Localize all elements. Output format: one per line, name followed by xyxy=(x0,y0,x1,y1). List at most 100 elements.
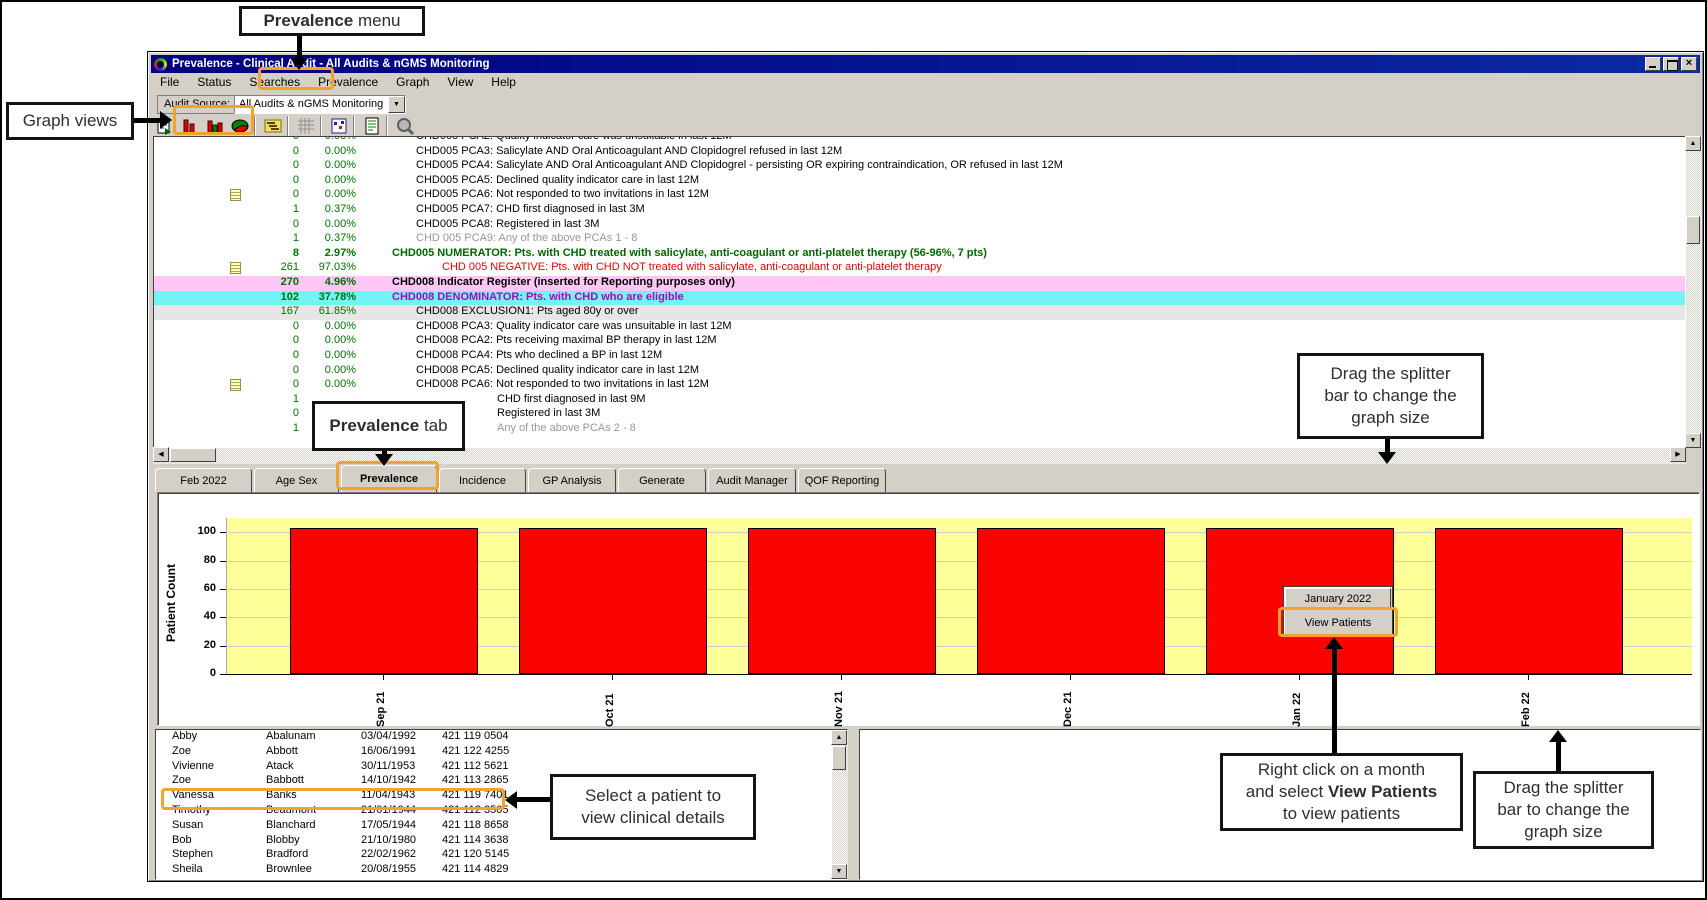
toolbar-separator xyxy=(353,116,355,136)
patient-row[interactable]: SheilaBrownlee20/08/1955421 114 4829 xyxy=(156,863,847,878)
audit-percent: 0.00% xyxy=(306,218,356,230)
tab-audit-manager[interactable]: Audit Manager xyxy=(708,468,796,492)
audit-description: CHD008 DENOMINATOR: Pts. with CHD who ar… xyxy=(392,291,684,303)
audit-row[interactable]: 2704.96%CHD008 Indicator Register (inser… xyxy=(154,276,1685,291)
audit-row[interactable]: 00.00%CHD008 PCA2: Pts receiving maximal… xyxy=(154,334,1685,349)
audit-percent: 2.97% xyxy=(306,247,356,259)
audit-row[interactable]: 10.37%CHD 005 PCA9: Any of the above PCA… xyxy=(154,232,1685,247)
tab-generate[interactable]: Generate xyxy=(618,468,706,492)
audit-count: 0 xyxy=(209,188,299,200)
audit-percent: 0.00% xyxy=(306,334,356,346)
audit-count: 261 xyxy=(209,261,299,273)
mesh-icon[interactable] xyxy=(294,115,317,137)
highlight-patient-row xyxy=(161,788,505,810)
patient-row[interactable]: AbbyAbalunam03/04/1992421 119 0504 xyxy=(156,730,847,745)
audit-percent: 61.85% xyxy=(306,305,356,317)
scrollbar-thumb[interactable] xyxy=(1686,216,1700,244)
tab-feb-2022[interactable]: Feb 2022 xyxy=(155,468,252,492)
y-tick xyxy=(220,589,226,590)
scrollbar-track[interactable] xyxy=(1686,136,1702,448)
scroll-right-icon[interactable]: ▶ xyxy=(1670,447,1686,462)
menu-view[interactable]: View xyxy=(438,74,482,90)
patient-surname: Atack xyxy=(266,760,294,772)
patient-row[interactable]: StephenBradford22/02/1962421 120 5145 xyxy=(156,848,847,863)
menu-file[interactable]: File xyxy=(151,74,188,90)
audit-row[interactable]: 00.00%CHD005 PCA6: Not responded to two … xyxy=(154,188,1685,203)
gantt-chart-icon[interactable] xyxy=(261,115,284,137)
audit-row[interactable]: 10237.78%CHD008 DENOMINATOR: Pts. with C… xyxy=(154,291,1685,306)
audit-row[interactable]: 82.97%CHD005 NUMERATOR: Pts. with CHD tr… xyxy=(154,247,1685,262)
callout-right-click: Right click on a month and select View P… xyxy=(1220,753,1463,831)
patient-surname: Blanchard xyxy=(266,819,316,831)
report-icon[interactable] xyxy=(360,115,383,137)
scroll-down-icon[interactable]: ▼ xyxy=(831,864,847,879)
patient-first-name: Sheila xyxy=(172,863,203,875)
patient-list-vscrollbar[interactable]: ▲ ▼ xyxy=(832,730,848,879)
prevalence-chart: Patient Count 020406080100Sep 21Oct 21No… xyxy=(157,492,1700,726)
patient-surname: Abbott xyxy=(266,745,298,757)
audit-row[interactable]: 00.00%CHD008 PCA3: Quality indicator car… xyxy=(154,320,1685,335)
audit-row[interactable]: 10.37%CHD005 PCA7: CHD first diagnosed i… xyxy=(154,203,1685,218)
zoom-chart-icon[interactable] xyxy=(393,115,416,137)
patient-surname: Babbott xyxy=(266,774,304,786)
y-tick xyxy=(220,646,226,647)
scroll-up-icon[interactable]: ▲ xyxy=(1685,136,1701,151)
tab-gp-analysis[interactable]: GP Analysis xyxy=(528,468,616,492)
y-axis-label: 20 xyxy=(172,639,216,651)
callout-select-patient: Select a patient to view clinical detail… xyxy=(550,774,756,840)
audit-row[interactable]: 00.00%CHD005 PCA2: Quality indicator car… xyxy=(154,136,1685,145)
audit-count: 270 xyxy=(209,276,299,288)
tab-age-sex[interactable]: Age Sex xyxy=(254,468,339,492)
audit-description: CHD008 PCA5: Declined quality indicator … xyxy=(416,364,699,376)
audit-count: 0 xyxy=(209,136,299,142)
scrollbar-thumb[interactable] xyxy=(832,746,846,770)
chart-bar[interactable] xyxy=(290,528,478,674)
audit-row[interactable]: 00.00%CHD005 PCA3: Salicylate AND Oral A… xyxy=(154,145,1685,160)
patient-dob: 30/11/1953 xyxy=(361,760,415,772)
scrollbar-thumb[interactable] xyxy=(170,448,216,462)
minimize-button[interactable] xyxy=(1645,57,1661,71)
audit-count: 0 xyxy=(209,159,299,171)
y-axis-label: 0 xyxy=(172,667,216,679)
scroll-left-icon[interactable]: ◀ xyxy=(153,447,169,462)
audit-description: Any of the above PCAs 2 - 8 xyxy=(497,422,636,434)
audit-count: 0 xyxy=(209,218,299,230)
vertical-splitter-bar[interactable] xyxy=(848,729,859,880)
audit-description: CHD008 PCA4: Pts who declined a BP in la… xyxy=(416,349,662,361)
audit-percent: 0.00% xyxy=(306,349,356,361)
scroll-down-icon[interactable]: ▼ xyxy=(1685,433,1701,448)
chart-bar[interactable] xyxy=(977,528,1165,674)
tab-incidence[interactable]: Incidence xyxy=(439,468,526,492)
scatter-chart-icon[interactable] xyxy=(327,115,350,137)
close-button[interactable] xyxy=(1681,57,1697,71)
audit-percent: 0.00% xyxy=(306,378,356,390)
audit-list-vscrollbar[interactable]: ▲ ▼ xyxy=(1686,136,1702,448)
scroll-up-icon[interactable]: ▲ xyxy=(831,730,847,745)
chart-bar[interactable] xyxy=(748,528,936,674)
scrollbar-corner xyxy=(1686,448,1702,464)
menu-graph[interactable]: Graph xyxy=(387,74,438,90)
highlight-view-patients xyxy=(1278,607,1398,637)
tab-qof-reporting[interactable]: QOF Reporting xyxy=(798,468,886,492)
x-tick xyxy=(1299,675,1300,680)
patient-row[interactable]: VivienneAtack30/11/1953421 112 5621 xyxy=(156,760,847,775)
patient-row[interactable]: ZoeAbbott16/06/1991421 122 4255 xyxy=(156,745,847,760)
menu-help[interactable]: Help xyxy=(482,74,525,90)
audit-row[interactable]: 00.00%CHD005 PCA8: Registered in last 3M xyxy=(154,218,1685,233)
patient-phone: 421 112 5621 xyxy=(442,760,508,772)
audit-row[interactable]: 26197.03%CHD 005 NEGATIVE: Pts. with CHD… xyxy=(154,261,1685,276)
patient-dob: 03/04/1992 xyxy=(361,730,416,742)
menu-status[interactable]: Status xyxy=(188,74,240,90)
patient-phone: 421 113 2865 xyxy=(442,774,508,786)
audit-source-combobox[interactable]: All Audits & nGMS Monitoring ▼ xyxy=(234,95,406,114)
chevron-down-icon[interactable]: ▼ xyxy=(388,96,405,113)
x-axis-label: Jan 22 xyxy=(1291,681,1307,727)
audit-row[interactable]: 00.00%CHD005 PCA5: Declined quality indi… xyxy=(154,174,1685,189)
maximize-button[interactable] xyxy=(1663,57,1679,71)
chart-bar[interactable] xyxy=(519,528,707,674)
callout-prevalence-tab: Prevalence tab xyxy=(312,401,465,451)
chart-bar[interactable] xyxy=(1435,528,1623,674)
audit-description: CHD008 PCA6: Not responded to two invita… xyxy=(416,378,709,390)
audit-row[interactable]: 16761.85%CHD008 EXCLUSION1: Pts aged 80y… xyxy=(154,305,1685,320)
audit-row[interactable]: 00.00%CHD005 PCA4: Salicylate AND Oral A… xyxy=(154,159,1685,174)
